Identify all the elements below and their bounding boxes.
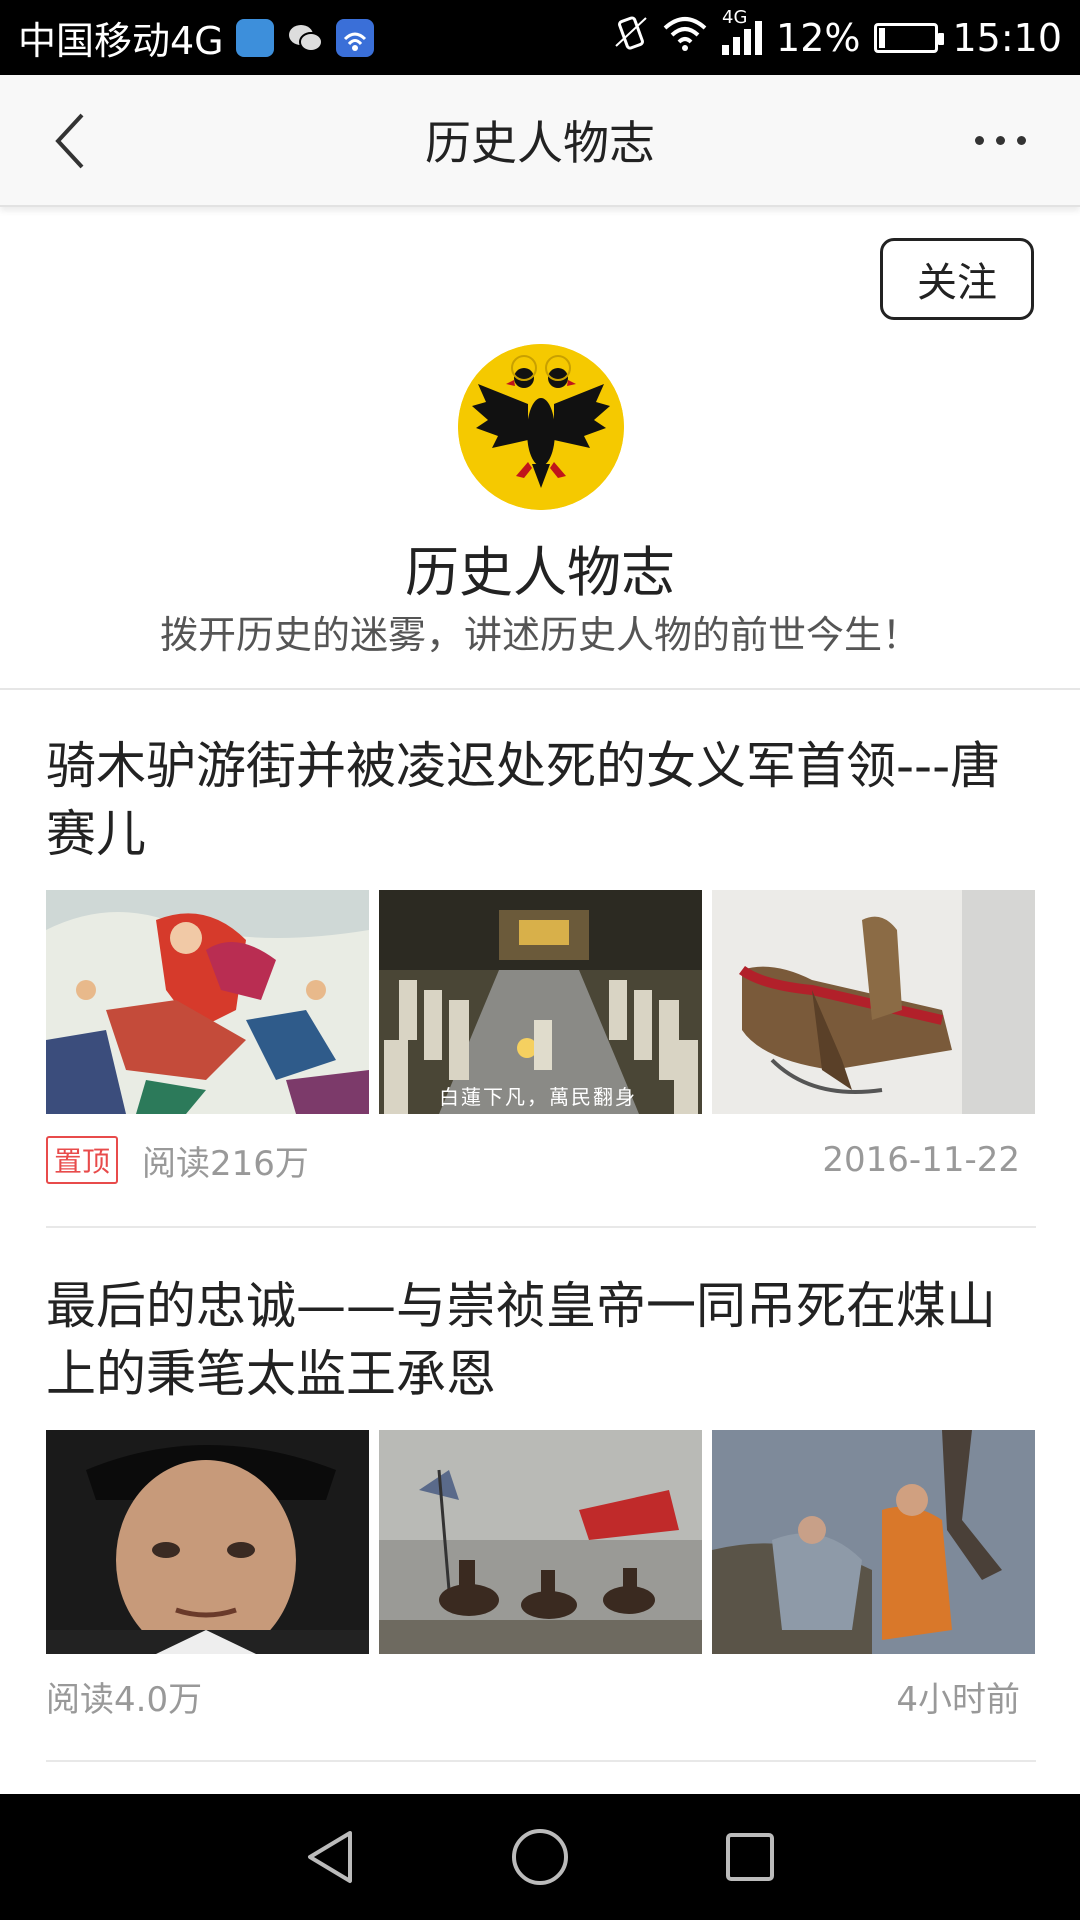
back-button[interactable] xyxy=(40,111,100,171)
system-back-button[interactable] xyxy=(300,1827,360,1887)
coal-hill-thumbnail-image xyxy=(712,1430,1035,1654)
system-home-button[interactable] xyxy=(510,1827,570,1887)
wifi-icon xyxy=(662,14,708,61)
square-recents-icon xyxy=(726,1833,774,1881)
nav-title: 历史人物志 xyxy=(425,116,655,170)
article-card-2[interactable]: 最后的忠诚——与崇祯皇帝一同吊死在煤山上的秉笔太监王承恩 阅读4.0万 4小时前 xyxy=(46,1272,1036,1764)
system-nav-bar xyxy=(0,1794,1080,1920)
status-bar: 中国移动4G 4G 12% 15:10 xyxy=(0,0,1080,75)
article-divider xyxy=(46,1760,1036,1762)
wechat-icon xyxy=(286,19,324,57)
article-thumbnail[interactable] xyxy=(46,1430,369,1654)
screen: 中国移动4G 4G 12% 15:10 历史人物志 关注 历史人物志 拨开历史的… xyxy=(0,0,1080,1920)
read-count: 阅读4.0万 xyxy=(46,1679,203,1720)
thumbnail-caption: 白蓮下凡，萬民翻身 xyxy=(439,1085,637,1109)
profile-name: 历史人物志 xyxy=(405,541,675,604)
article-title[interactable]: 最后的忠诚——与崇祯皇帝一同吊死在煤山上的秉笔太监王承恩 xyxy=(46,1272,1036,1408)
more-dots-icon xyxy=(974,135,984,145)
battery-percent: 12% xyxy=(776,15,861,60)
article-thumbnails: 白蓮下凡，萬民翻身 xyxy=(46,890,1036,1114)
more-dots-icon xyxy=(995,135,1005,145)
system-recents-button[interactable] xyxy=(720,1827,780,1887)
battery-icon xyxy=(874,22,945,53)
circle-home-icon xyxy=(512,1829,568,1885)
wifi-app-icon xyxy=(335,18,374,57)
health-app-icon xyxy=(235,18,274,57)
carrier-label: 中国移动4G xyxy=(18,19,224,63)
article-title[interactable]: 骑木驴游街并被凌迟处死的女义军首领---唐赛儿 xyxy=(46,732,1036,868)
triangle-back-icon xyxy=(308,1831,352,1883)
chevron-left-icon xyxy=(55,113,84,169)
cell-signal: 4G xyxy=(722,7,763,55)
article-divider xyxy=(46,1226,1036,1228)
article-thumbnail[interactable]: 白蓮下凡，萬民翻身 xyxy=(379,890,702,1114)
avatar[interactable] xyxy=(458,344,624,510)
painting-thumbnail-image xyxy=(46,890,369,1114)
article-card-1[interactable]: 骑木驴游街并被凌迟处死的女义军首领---唐赛儿 白蓮下凡，萬民翻身 置顶 阅读2… xyxy=(46,732,1036,1228)
status-right: 4G 12% 15:10 xyxy=(614,7,1062,61)
read-count: 阅读216万 xyxy=(142,1143,309,1184)
network-type-label: 4G xyxy=(722,6,748,28)
eagle-emblem-icon xyxy=(458,344,624,510)
more-dots-icon xyxy=(1016,135,1026,145)
article-thumbnail[interactable] xyxy=(712,890,1035,1114)
publish-time: 4小时前 xyxy=(896,1679,1020,1720)
wooden-donkey-thumbnail-image xyxy=(712,890,1035,1114)
article-thumbnails xyxy=(46,1430,1036,1654)
status-left: 中国移动4G xyxy=(18,10,614,65)
follow-button[interactable]: 关注 xyxy=(880,238,1034,320)
profile-description: 拨开历史的迷雾，讲述历史人物的前世今生！ xyxy=(159,613,920,657)
battery-fill xyxy=(879,27,886,48)
article-thumbnail[interactable] xyxy=(46,890,369,1114)
vibrate-icon xyxy=(614,14,648,61)
article-thumbnail[interactable] xyxy=(379,1430,702,1654)
article-meta: 阅读4.0万 4小时前 xyxy=(46,1672,1020,1720)
header-divider xyxy=(0,688,1080,690)
pinned-badge: 置顶 xyxy=(46,1136,119,1184)
publish-time: 2016-11-22 xyxy=(822,1140,1020,1180)
article-meta: 置顶 阅读216万 2016-11-22 xyxy=(46,1136,1020,1184)
more-button[interactable] xyxy=(960,115,1040,165)
battle-thumbnail-image xyxy=(379,1430,702,1654)
article-thumbnail[interactable] xyxy=(712,1430,1035,1654)
nav-bar: 历史人物志 xyxy=(0,75,1080,207)
portrait-thumbnail-image xyxy=(46,1430,369,1654)
clock: 15:10 xyxy=(952,15,1062,60)
